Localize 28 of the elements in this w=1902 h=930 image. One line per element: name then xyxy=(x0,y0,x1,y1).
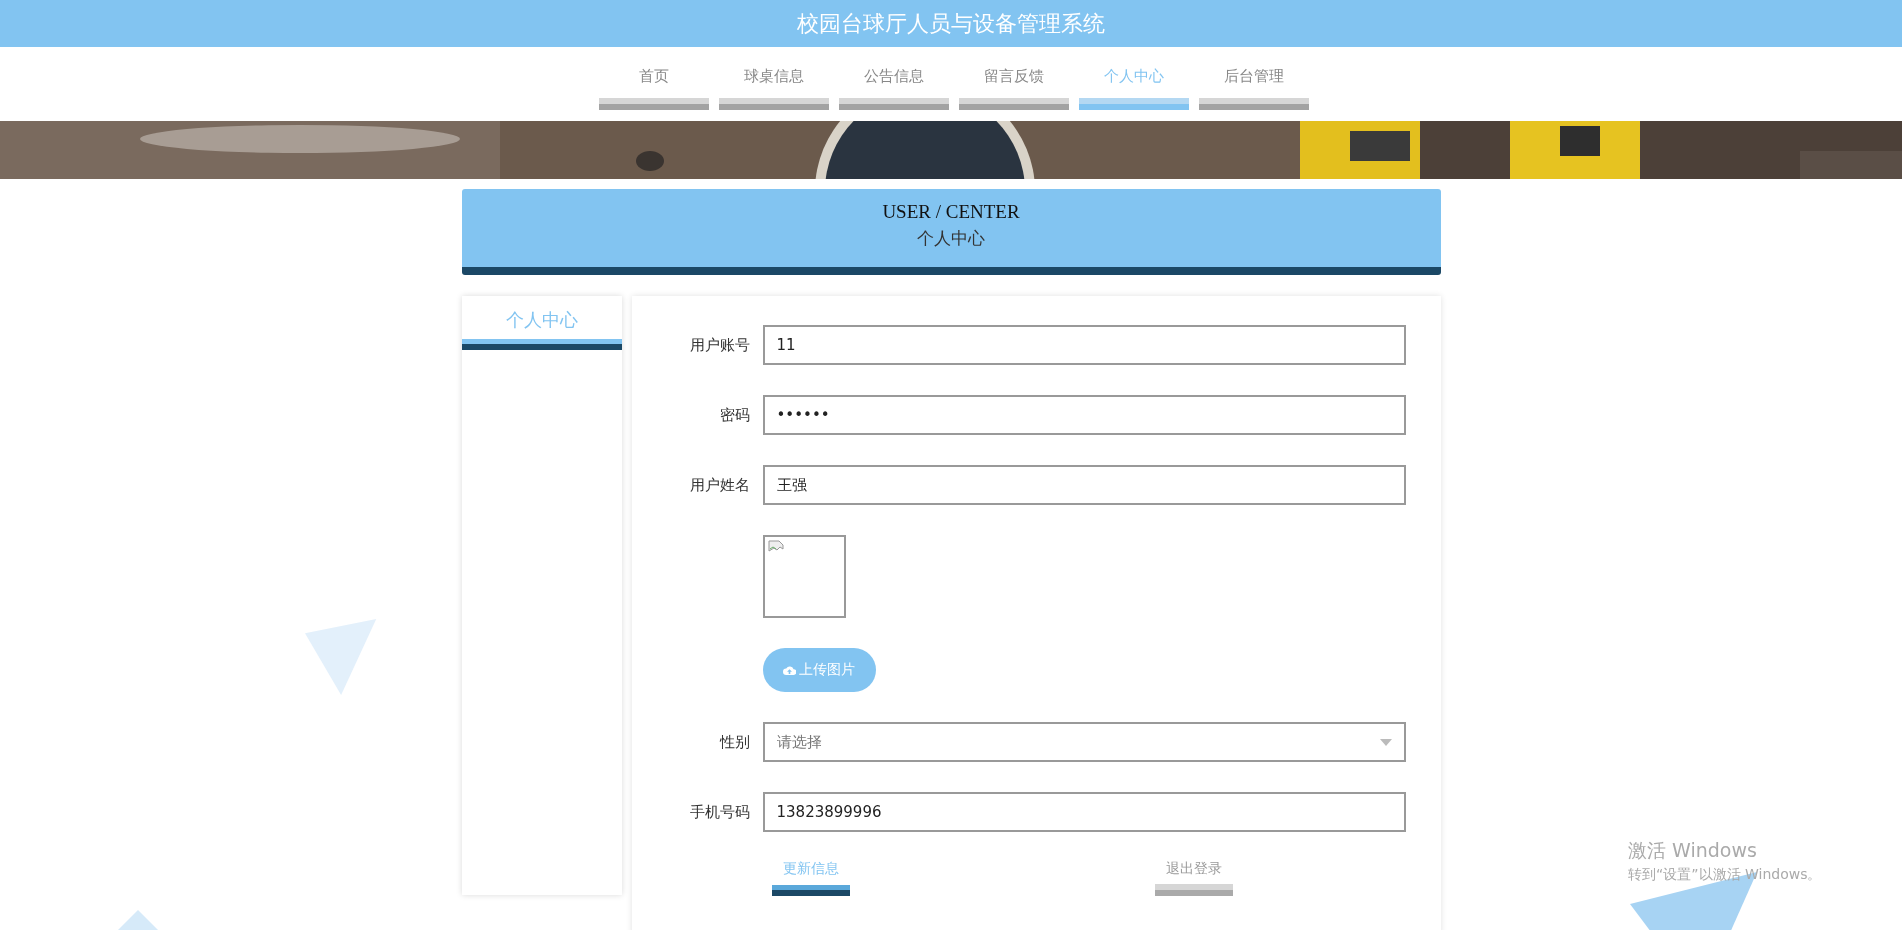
nav-tab[interactable]: 球桌信息 xyxy=(719,47,829,110)
input-field[interactable]: •••••• xyxy=(762,395,1406,435)
activation-title: 激活 Windows xyxy=(1628,838,1758,863)
nav-tab[interactable]: 后台管理 xyxy=(1199,47,1309,110)
field-label: 密码 xyxy=(718,405,751,425)
input-field[interactable]: 13823899996 xyxy=(762,792,1406,832)
sidebar-item[interactable]: 个人中心 xyxy=(461,296,622,350)
cloud-upload-icon xyxy=(783,665,796,675)
field-label: 性别 xyxy=(718,732,751,752)
action-link[interactable]: 更新信息 xyxy=(771,860,850,896)
nav-tab[interactable]: 公告信息 xyxy=(839,47,949,110)
upload-button[interactable]: 上传图片 xyxy=(762,648,876,692)
triangle-shape xyxy=(118,910,158,930)
activation-hint: 转到“设置”以激活 Windows。 xyxy=(1628,866,1822,884)
field-label: 手机号码 xyxy=(688,802,751,822)
field-label: 用户账号 xyxy=(688,335,751,355)
input-field[interactable]: 11 xyxy=(762,325,1406,365)
heading-english: USER / CENTER xyxy=(882,201,1020,223)
nav-tab[interactable]: 首页 xyxy=(599,47,709,110)
nav-tab[interactable]: 个人中心 xyxy=(1079,47,1189,110)
select-field[interactable]: 请选择 xyxy=(762,722,1406,762)
action-link[interactable]: 退出登录 xyxy=(1154,860,1233,896)
nav-tab[interactable]: 留言反馈 xyxy=(959,47,1069,110)
caret-icon xyxy=(1379,738,1392,746)
field-label: 用户姓名 xyxy=(688,475,751,495)
heading-chinese: 个人中心 xyxy=(917,227,985,250)
site-title: 校园台球厅人员与设备管理系统 xyxy=(797,9,1105,38)
input-field[interactable]: 王强 xyxy=(762,465,1406,505)
